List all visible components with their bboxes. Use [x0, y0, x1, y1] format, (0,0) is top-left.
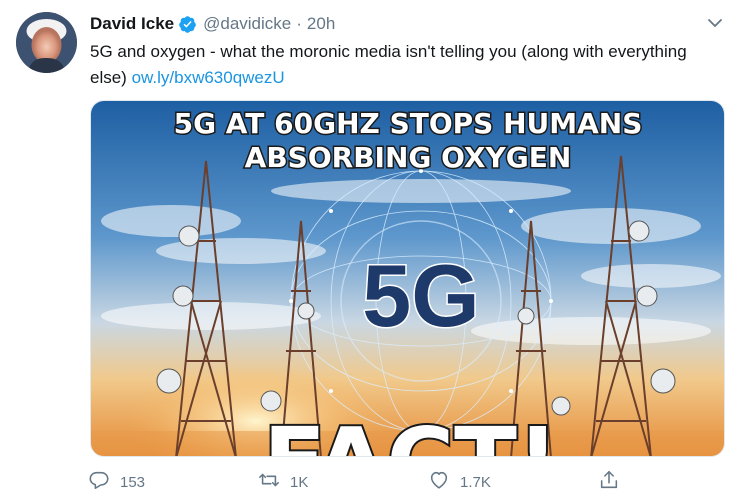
media-fact-label: FACT! — [263, 408, 559, 457]
display-name[interactable]: David Icke — [90, 14, 174, 34]
chevron-down-icon[interactable] — [704, 12, 726, 34]
verified-badge-icon — [178, 15, 197, 34]
avatar[interactable] — [16, 12, 77, 73]
tweet-text: 5G and oxygen - what the moronic media i… — [90, 39, 710, 91]
tweet[interactable]: David Icke @davidicke · 20h 5G and oxyge… — [0, 0, 735, 501]
reply-count: 153 — [120, 473, 146, 491]
separator-dot: · — [296, 14, 302, 33]
handle[interactable]: @davidicke — [203, 14, 291, 34]
like-button[interactable]: 1.7K — [428, 468, 491, 496]
like-count: 1.7K — [460, 473, 491, 491]
reply-icon — [88, 469, 110, 495]
retweet-button[interactable]: 1K — [258, 468, 308, 496]
retweet-count: 1K — [290, 473, 309, 491]
share-button[interactable] — [598, 468, 620, 496]
tweet-actions: 153 1K 1.7K — [88, 468, 648, 496]
share-icon — [598, 469, 620, 495]
media-headline-line1: 5G AT 60GHZ STOPS HUMANS — [174, 107, 643, 140]
tweet-link[interactable]: ow.ly/bxw630qwezU — [132, 68, 285, 87]
media-headline-line2: ABSORBING OXYGEN — [245, 141, 572, 174]
timestamp[interactable]: 20h — [307, 14, 335, 34]
media-5g-label: 5G — [362, 246, 479, 345]
retweet-icon — [258, 469, 280, 495]
reply-button[interactable]: 153 — [88, 468, 145, 496]
tweet-header: David Icke @davidicke · 20h — [90, 12, 335, 36]
tweet-media-image[interactable]: 5G AT 60GHZ STOPS HUMANS ABSORBING OXYGE… — [90, 100, 725, 457]
heart-icon — [428, 469, 450, 495]
